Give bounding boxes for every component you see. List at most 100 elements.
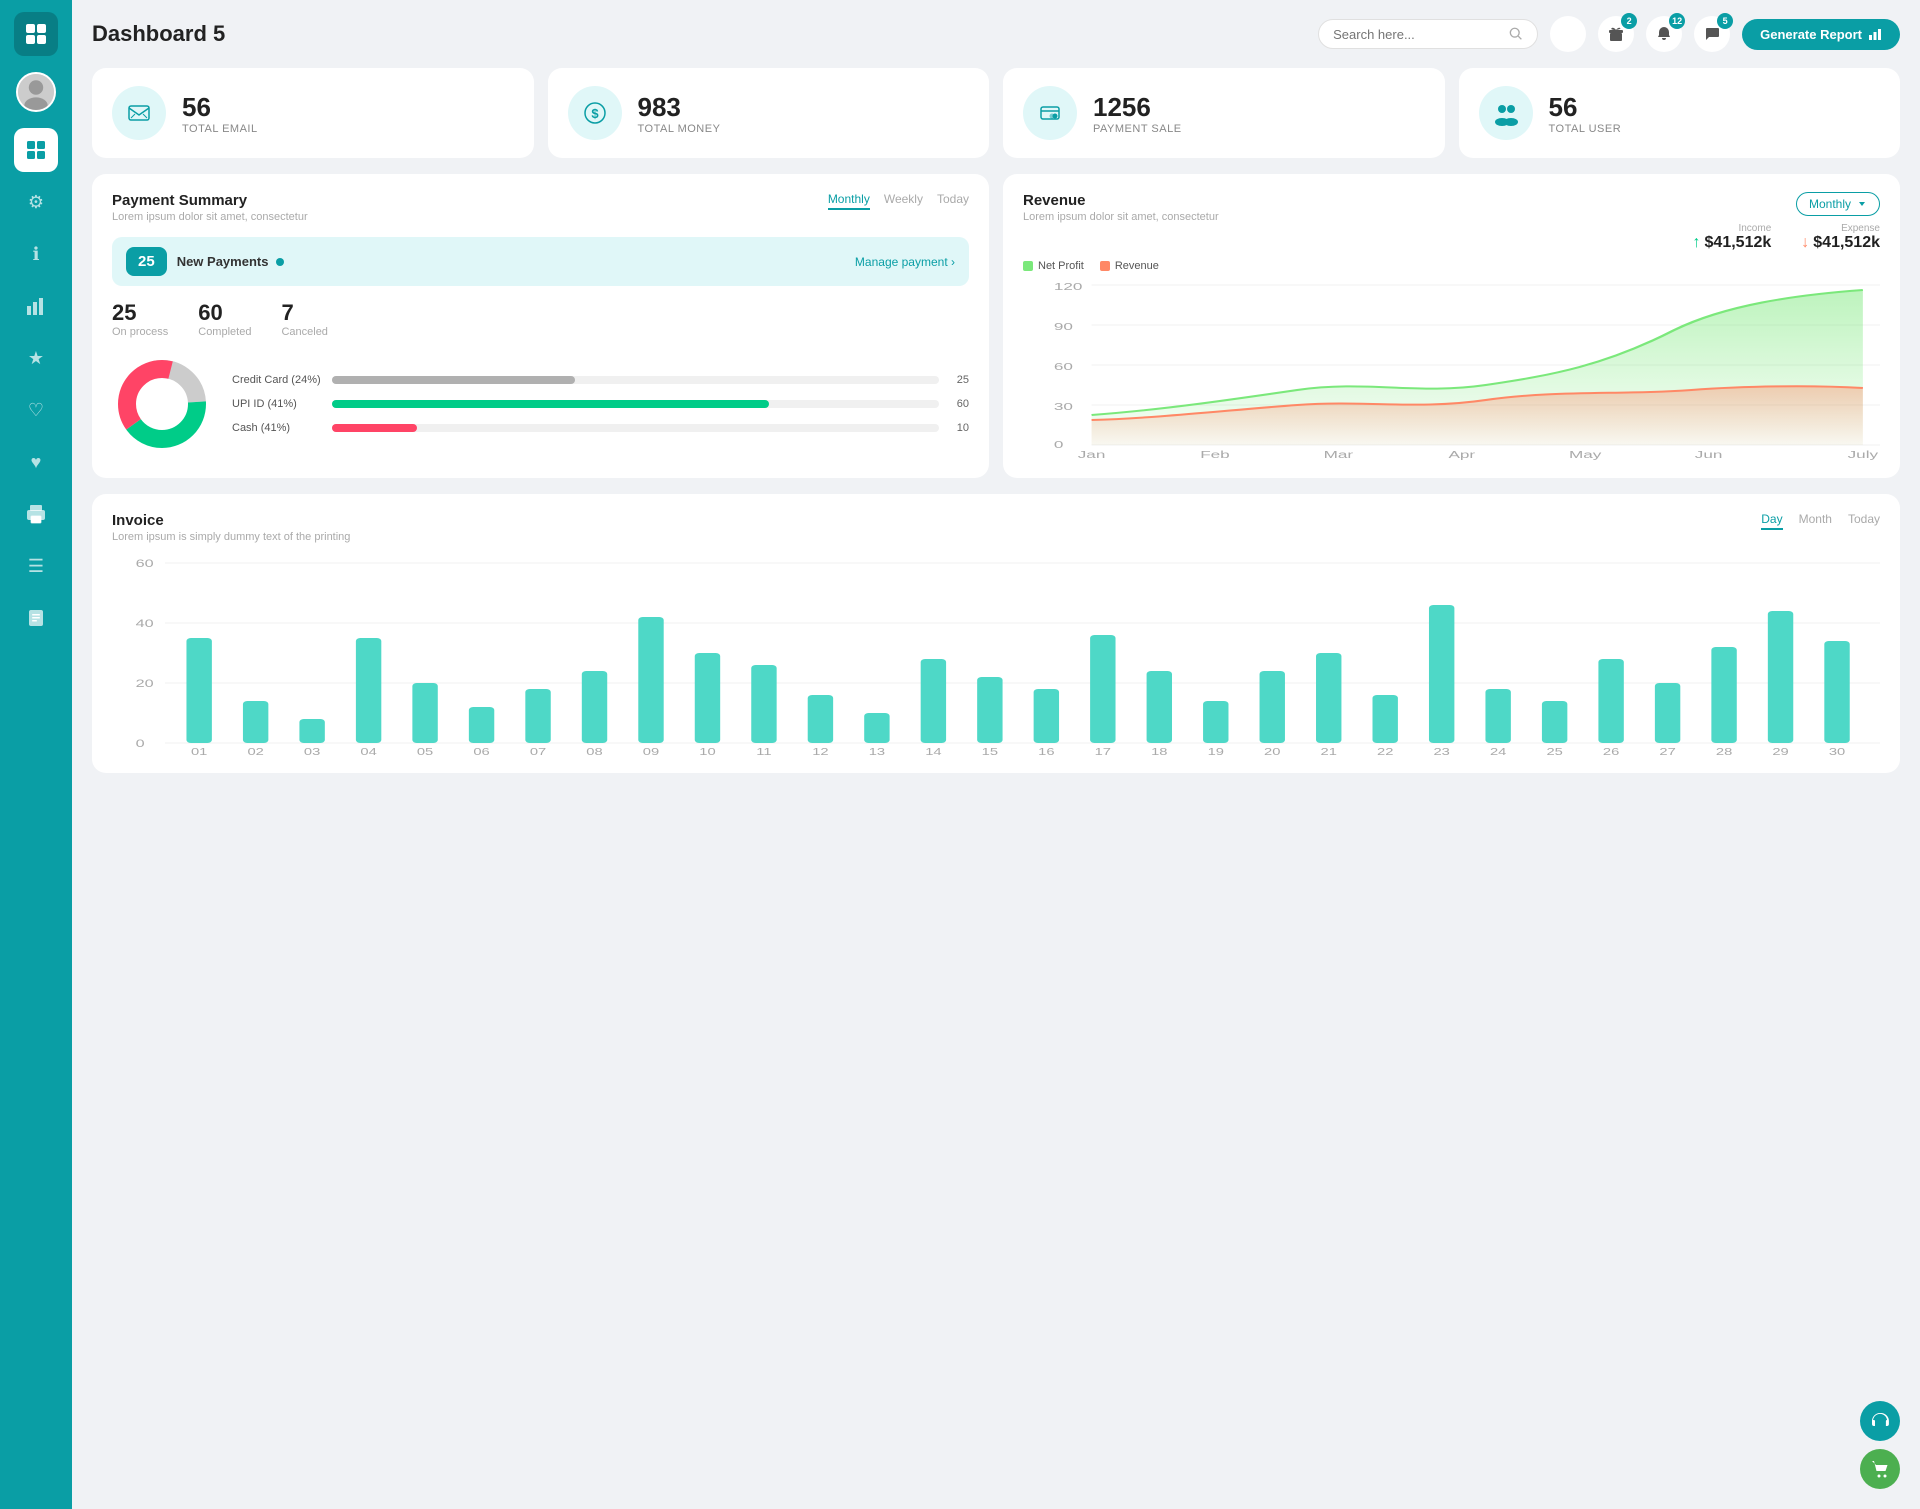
avatar[interactable] [16, 72, 56, 112]
sidebar-item-heart-filled[interactable]: ♥ [14, 440, 58, 484]
bar-item[interactable] [1034, 689, 1059, 743]
bar-label: 28 [1716, 746, 1732, 755]
bar-item[interactable] [921, 659, 946, 743]
bar-item[interactable] [1598, 659, 1623, 743]
chat-button[interactable]: 5 [1694, 16, 1730, 52]
bar-item[interactable] [1260, 671, 1285, 743]
progress-upi: UPI ID (41%) 60 [232, 398, 969, 410]
sidebar-item-settings[interactable]: ⚙ [14, 180, 58, 224]
sidebar-item-list[interactable]: ☰ [14, 544, 58, 588]
stat-card-money: $ 983 TOTAL MONEY [548, 68, 990, 158]
bar-item[interactable] [1203, 701, 1228, 743]
invoice-header: Invoice Lorem ipsum is simply dummy text… [112, 512, 1880, 543]
sidebar-item-dashboard[interactable] [14, 128, 58, 172]
bell-icon [1656, 26, 1672, 42]
legend-revenue: Revenue [1100, 260, 1159, 272]
invoice-tab-today[interactable]: Today [1848, 512, 1880, 530]
tab-weekly[interactable]: Weekly [884, 192, 923, 210]
invoice-tabs: Day Month Today [1761, 512, 1880, 530]
bar-label: 02 [247, 746, 263, 755]
generate-report-button[interactable]: Generate Report [1742, 19, 1900, 50]
svg-text:0: 0 [1054, 439, 1064, 450]
bar-item[interactable] [186, 638, 211, 743]
bar-label: 09 [643, 746, 659, 755]
bar-label: 18 [1151, 746, 1167, 755]
tab-today[interactable]: Today [937, 192, 969, 210]
bar-label: 01 [191, 746, 207, 755]
bar-item[interactable] [1429, 605, 1454, 743]
metrics-row: 25 On process 60 Completed 7 Canceled [112, 300, 969, 338]
svg-text:May: May [1569, 449, 1601, 460]
bar-item[interactable] [808, 695, 833, 743]
bar-item[interactable] [1768, 611, 1793, 743]
bar-item[interactable] [695, 653, 720, 743]
bar-item[interactable] [1485, 689, 1510, 743]
progress-bar-upi [332, 400, 769, 408]
payment-summary-title: Payment Summary [112, 192, 308, 209]
header: Dashboard 5 2 [92, 16, 1900, 52]
manage-payment-link[interactable]: Manage payment › [855, 255, 955, 269]
bar-item[interactable] [1372, 695, 1397, 743]
bar-item[interactable] [1147, 671, 1172, 743]
donut-chart [112, 354, 212, 454]
payment-stat-num: 1256 [1093, 92, 1182, 123]
search-box[interactable] [1318, 19, 1538, 49]
sidebar-item-chart[interactable] [14, 284, 58, 328]
revenue-title: Revenue [1023, 192, 1219, 209]
invoice-tab-day[interactable]: Day [1761, 512, 1782, 530]
bar-item[interactable] [864, 713, 889, 743]
chat-float-button[interactable] [1860, 1401, 1900, 1441]
bar-item[interactable] [525, 689, 550, 743]
bell-button[interactable]: 12 [1646, 16, 1682, 52]
chat-icon [1704, 26, 1720, 42]
sidebar-item-info[interactable]: ℹ [14, 232, 58, 276]
bar-item[interactable] [751, 665, 776, 743]
bar-label: 04 [360, 746, 376, 755]
invoice-bar-chart: 60 40 20 0 01020304050607080910111213141… [112, 555, 1880, 755]
stat-card-user: 56 TOTAL USER [1459, 68, 1901, 158]
expense-arrow-icon: ↓ [1801, 234, 1809, 252]
metric-completed: 60 Completed [198, 300, 251, 338]
search-input[interactable] [1333, 27, 1501, 42]
svg-text:20: 20 [136, 677, 154, 690]
revenue-dot [1100, 261, 1110, 271]
bar-item[interactable] [1090, 635, 1115, 743]
bar-item[interactable] [356, 638, 381, 743]
bar-item[interactable] [299, 719, 324, 743]
invoice-tab-month[interactable]: Month [1799, 512, 1832, 530]
bar-item[interactable] [638, 617, 663, 743]
progress-bar-cash [332, 424, 417, 432]
tab-monthly[interactable]: Monthly [828, 192, 870, 210]
email-icon [112, 86, 166, 140]
bar-item[interactable] [1316, 653, 1341, 743]
dark-mode-button[interactable] [1550, 16, 1586, 52]
cart-icon [1870, 1459, 1890, 1479]
bar-item[interactable] [1655, 683, 1680, 743]
gift-badge: 2 [1621, 13, 1637, 29]
sidebar-item-notes[interactable] [14, 596, 58, 640]
bar-item[interactable] [1711, 647, 1736, 743]
income-arrow-icon: ↑ [1693, 234, 1701, 252]
indicator-dot [276, 258, 284, 266]
bar-item[interactable] [469, 707, 494, 743]
revenue-dropdown[interactable]: Monthly [1796, 192, 1880, 216]
payment-body: Credit Card (24%) 25 UPI ID (41%) 60 [112, 354, 969, 454]
user-stat-num: 56 [1549, 92, 1622, 123]
cart-float-button[interactable] [1860, 1449, 1900, 1489]
invoice-subtitle: Lorem ipsum is simply dummy text of the … [112, 531, 350, 543]
gift-button[interactable]: 2 [1598, 16, 1634, 52]
sidebar-item-print[interactable] [14, 492, 58, 536]
net-profit-dot [1023, 261, 1033, 271]
sidebar-item-heart-outline[interactable]: ♡ [14, 388, 58, 432]
bar-item[interactable] [1824, 641, 1849, 743]
metric-canceled: 7 Canceled [281, 300, 327, 338]
svg-text:60: 60 [1054, 361, 1073, 372]
bar-item[interactable] [582, 671, 607, 743]
bar-item[interactable] [1542, 701, 1567, 743]
sidebar-logo[interactable] [14, 12, 58, 56]
bar-item[interactable] [412, 683, 437, 743]
bar-item[interactable] [977, 677, 1002, 743]
svg-text:Apr: Apr [1448, 449, 1475, 460]
sidebar-item-star[interactable]: ★ [14, 336, 58, 380]
bar-item[interactable] [243, 701, 268, 743]
